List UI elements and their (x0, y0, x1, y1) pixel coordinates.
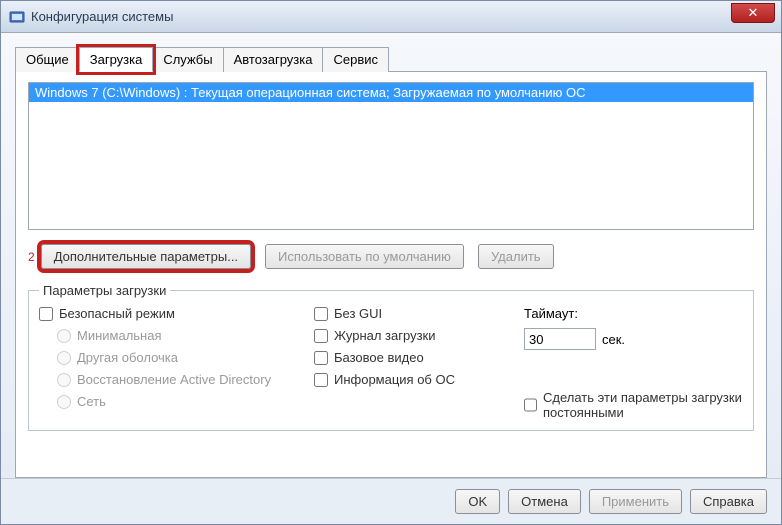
annotation-2-wrap: 2 Дополнительные параметры... (28, 244, 251, 269)
tab-general[interactable]: Общие (15, 47, 80, 72)
boot-log-input[interactable] (314, 329, 328, 343)
persist-label: Сделать эти параметры загрузки постоянны… (543, 390, 743, 420)
apply-button: Применить (589, 489, 682, 514)
boot-button-row: 2 Дополнительные параметры... Использова… (28, 244, 754, 269)
col-misc: Без GUI Журнал загрузки Базовое видео (314, 306, 504, 420)
os-info-input[interactable] (314, 373, 328, 387)
col-safe-mode: Безопасный режим Минимальная Другая обол… (39, 306, 294, 420)
network-label: Сеть (77, 394, 106, 409)
boot-entry-selected[interactable]: Windows 7 (C:\Windows) : Текущая операци… (29, 83, 753, 102)
annotation-2: 2 (28, 250, 35, 264)
persist-input[interactable] (524, 398, 537, 412)
tab-boot[interactable]: Загрузка (79, 47, 154, 72)
tab-row: Общие Загрузка Службы Автозагрузка Серви… (15, 47, 767, 72)
no-gui-label: Без GUI (334, 306, 382, 321)
tab-panel-boot: Windows 7 (C:\Windows) : Текущая операци… (15, 71, 767, 478)
minimal-input (57, 329, 71, 343)
ok-button[interactable]: OK (455, 489, 500, 514)
os-info-label: Информация об ОС (334, 372, 455, 387)
col-timeout: Таймаут: сек. Сделать эти параметры загр… (524, 306, 743, 420)
ad-repair-label: Восстановление Active Directory (77, 372, 271, 387)
delete-button: Удалить (478, 244, 554, 269)
app-icon (9, 9, 25, 25)
boot-options-grid: Безопасный режим Минимальная Другая обол… (39, 306, 743, 420)
cancel-button[interactable]: Отмена (508, 489, 581, 514)
boot-log-label: Журнал загрузки (334, 328, 435, 343)
close-button[interactable]: ✕ (731, 3, 775, 23)
alt-shell-label: Другая оболочка (77, 350, 178, 365)
os-info-checkbox[interactable]: Информация об ОС (314, 372, 504, 387)
content-area: Общие Загрузка Службы Автозагрузка Серви… (1, 33, 781, 478)
timeout-label: Таймаут: (524, 306, 743, 321)
persist-checkbox[interactable]: Сделать эти параметры загрузки постоянны… (524, 390, 743, 420)
tab-services[interactable]: Службы (152, 47, 223, 72)
boot-log-checkbox[interactable]: Журнал загрузки (314, 328, 504, 343)
titlebar: Конфигурация системы ✕ (1, 1, 781, 33)
ad-repair-input (57, 373, 71, 387)
boot-os-list[interactable]: Windows 7 (C:\Windows) : Текущая операци… (28, 82, 754, 230)
msconfig-window: Конфигурация системы ✕ Общие Загрузка Сл… (0, 0, 782, 525)
ad-repair-radio: Восстановление Active Directory (57, 372, 294, 387)
base-video-input[interactable] (314, 351, 328, 365)
boot-options-group: Параметры загрузки Безопасный режим Мини… (28, 283, 754, 431)
help-button[interactable]: Справка (690, 489, 767, 514)
network-input (57, 395, 71, 409)
safe-mode-input[interactable] (39, 307, 53, 321)
network-radio: Сеть (57, 394, 294, 409)
base-video-checkbox[interactable]: Базовое видео (314, 350, 504, 365)
tab-tools[interactable]: Сервис (322, 47, 389, 72)
dialog-footer: OK Отмена Применить Справка (1, 478, 781, 524)
no-gui-input[interactable] (314, 307, 328, 321)
safe-mode-checkbox[interactable]: Безопасный режим (39, 306, 294, 321)
alt-shell-radio: Другая оболочка (57, 350, 294, 365)
timeout-unit: сек. (602, 332, 625, 347)
base-video-label: Базовое видео (334, 350, 424, 365)
safe-mode-label: Безопасный режим (59, 306, 175, 321)
boot-options-legend: Параметры загрузки (39, 283, 170, 298)
alt-shell-input (57, 351, 71, 365)
window-title: Конфигурация системы (31, 9, 173, 24)
tab-startup[interactable]: Автозагрузка (223, 47, 324, 72)
no-gui-checkbox[interactable]: Без GUI (314, 306, 504, 321)
timeout-row: сек. (524, 328, 743, 350)
set-default-button: Использовать по умолчанию (265, 244, 464, 269)
timeout-input[interactable] (524, 328, 596, 350)
close-icon: ✕ (748, 5, 759, 21)
minimal-radio: Минимальная (57, 328, 294, 343)
minimal-label: Минимальная (77, 328, 162, 343)
advanced-options-button[interactable]: Дополнительные параметры... (41, 244, 251, 269)
